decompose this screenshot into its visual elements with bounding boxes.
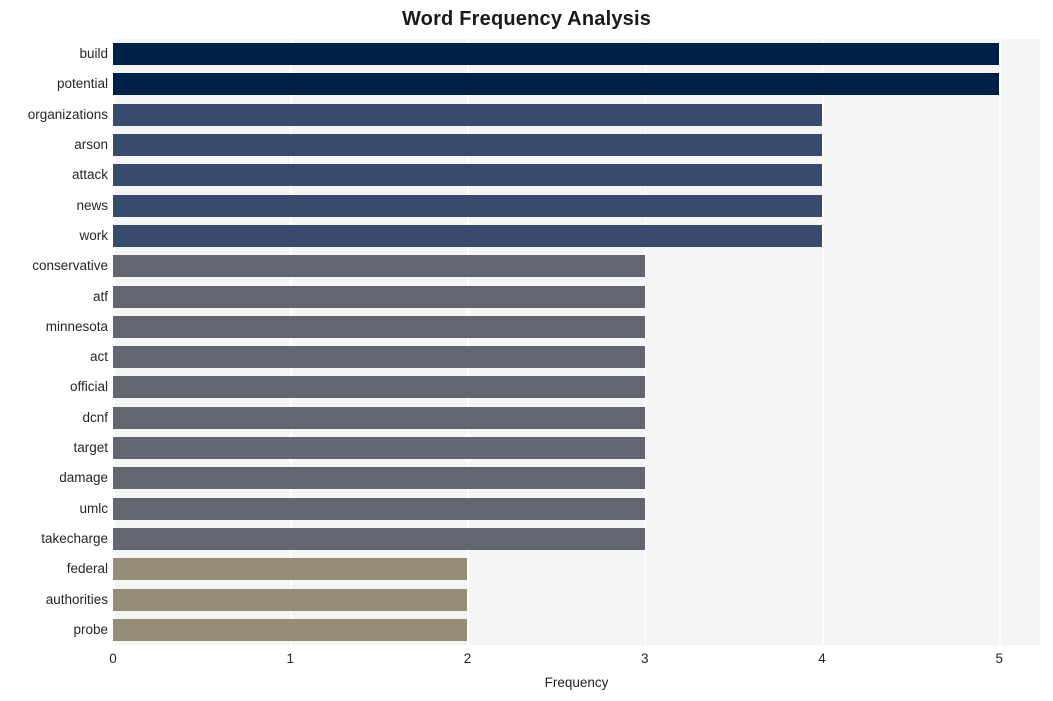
bar-news — [113, 194, 822, 217]
gridline-x-3 — [644, 39, 647, 645]
y-tick-label-umlc: umlc — [79, 500, 108, 516]
bar-act — [113, 346, 645, 369]
bar-build — [113, 43, 1000, 66]
bar-conservative — [113, 255, 645, 278]
x-axis-tick-labels: 0 1 2 3 4 5 — [0, 650, 1053, 672]
x-tick-label-5: 5 — [995, 651, 1003, 666]
y-tick-label-dcnf: dcnf — [82, 409, 108, 425]
y-tick-label-official: official — [69, 379, 108, 395]
gridline-x-2 — [467, 39, 470, 645]
bar-authorities — [113, 588, 468, 611]
plot-area — [113, 39, 1040, 645]
bar-attack — [113, 164, 822, 187]
y-tick-label-organizations: organizations — [27, 106, 108, 122]
word-frequency-chart-figure: Word Frequency Analysis build potential or… — [0, 0, 1053, 701]
x-tick-label-3: 3 — [640, 651, 649, 666]
bar-work — [113, 224, 822, 247]
y-tick-label-authorities: authorities — [45, 591, 108, 607]
y-tick-label-build: build — [79, 46, 108, 62]
x-tick-label-0: 0 — [109, 651, 117, 666]
x-tick-label-1: 1 — [286, 651, 294, 666]
bar-potential — [113, 73, 1000, 96]
gridline-x-5 — [999, 39, 1001, 645]
y-tick-label-federal: federal — [66, 561, 108, 577]
bar-minnesota — [113, 315, 645, 338]
y-tick-label-news: news — [76, 197, 108, 213]
y-tick-label-atf: atf — [92, 288, 108, 304]
bar-probe — [113, 618, 468, 641]
y-tick-label-target: target — [73, 440, 108, 456]
gridline-x-0 — [113, 39, 115, 645]
chart-title: Word Frequency Analysis — [401, 8, 652, 30]
y-tick-label-attack: attack — [71, 167, 108, 183]
y-tick-label-damage: damage — [59, 470, 108, 486]
y-tick-label-act: act — [89, 349, 108, 365]
gridline-x-1 — [290, 39, 292, 645]
y-axis-tick-labels: build potential organizations arson attack ne… — [0, 39, 108, 645]
x-tick-label-4: 4 — [818, 651, 826, 666]
bar-damage — [113, 467, 645, 490]
bar-dcnf — [113, 406, 645, 429]
bar-umlc — [113, 497, 645, 520]
y-tick-label-minnesota: minnesota — [45, 318, 108, 334]
bar-federal — [113, 558, 468, 581]
x-tick-label-2: 2 — [463, 651, 472, 666]
y-tick-label-potential: potential — [56, 76, 108, 92]
bar-official — [113, 376, 645, 399]
bar-organizations — [113, 103, 822, 126]
x-axis-label: Frequency — [544, 675, 609, 690]
y-tick-label-work: work — [79, 227, 108, 243]
gridline-x-4 — [821, 39, 824, 645]
y-tick-label-probe: probe — [73, 621, 108, 637]
bar-takecharge — [113, 527, 645, 550]
y-tick-label-conservative: conservative — [32, 258, 108, 274]
bar-atf — [113, 285, 645, 308]
bar-arson — [113, 134, 822, 157]
bar-target — [113, 437, 645, 460]
y-tick-label-takecharge: takecharge — [41, 530, 108, 546]
y-tick-label-arson: arson — [74, 137, 108, 153]
